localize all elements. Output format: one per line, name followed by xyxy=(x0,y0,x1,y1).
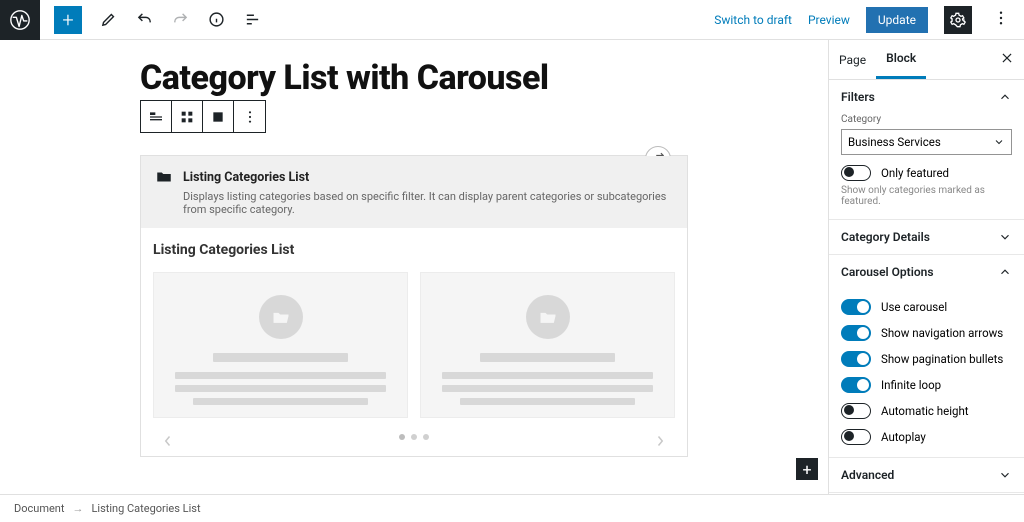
panel-header-advanced[interactable]: Advanced xyxy=(829,458,1024,492)
tab-block[interactable]: Block xyxy=(876,40,926,79)
pagination-dot[interactable] xyxy=(399,434,405,440)
panel-category-details: Category Details xyxy=(829,220,1024,255)
chevron-down-icon xyxy=(998,468,1012,482)
toggle-pagination-bullets[interactable] xyxy=(841,351,871,367)
carousel-preview-nav xyxy=(153,434,675,440)
only-featured-help: Show only categories marked as featured. xyxy=(841,185,1012,207)
page-title[interactable]: Category List with Carousel xyxy=(140,58,828,98)
chevron-down-icon xyxy=(998,230,1012,244)
folder-open-icon xyxy=(538,307,558,327)
panel-filters: Filters Category Business Services Only … xyxy=(829,80,1024,220)
sidebar-tabs: Page Block xyxy=(829,40,1024,80)
panel-title: Carousel Options xyxy=(841,265,934,279)
folder-icon xyxy=(155,168,173,186)
toggle-label: Automatic height xyxy=(881,404,969,418)
toggle-infinite-loop[interactable] xyxy=(841,377,871,393)
add-block-button[interactable]: + xyxy=(54,6,82,34)
block-toolbar xyxy=(140,100,266,133)
panel-carousel-options: Carousel Options Use carousel Show navig… xyxy=(829,255,1024,458)
editor-canvas[interactable]: Category List with Carousel Listing Cate… xyxy=(0,40,828,494)
toggle-label: Autoplay xyxy=(881,430,926,444)
panel-header-category-details[interactable]: Category Details xyxy=(829,220,1024,254)
card-placeholder xyxy=(153,272,408,418)
toggle-use-carousel[interactable] xyxy=(841,299,871,315)
update-button[interactable]: Update xyxy=(866,7,928,33)
settings-gear-icon[interactable] xyxy=(944,6,972,34)
switch-to-draft-link[interactable]: Switch to draft xyxy=(714,13,792,27)
chevron-up-icon xyxy=(998,265,1012,279)
block-body: Listing Categories List xyxy=(141,228,687,456)
card-placeholder xyxy=(420,272,675,418)
breadcrumb-separator-icon: → xyxy=(72,502,83,515)
tab-page[interactable]: Page xyxy=(829,40,876,79)
select-value: Business Services xyxy=(848,135,941,149)
undo-icon[interactable] xyxy=(136,11,153,28)
toggle-only-featured[interactable] xyxy=(841,165,871,181)
category-select[interactable]: Business Services xyxy=(841,129,1012,155)
toggle-autoplay[interactable] xyxy=(841,429,871,445)
pagination-dot[interactable] xyxy=(423,434,429,440)
toggle-nav-arrows[interactable] xyxy=(841,325,871,341)
carousel-prev-icon[interactable] xyxy=(163,432,173,451)
panel-header-filters[interactable]: Filters xyxy=(829,80,1024,114)
panel-advanced: Advanced xyxy=(829,458,1024,493)
preview-link[interactable]: Preview xyxy=(808,13,850,27)
info-icon[interactable] xyxy=(208,11,225,28)
breadcrumb-footer: Document → Listing Categories List xyxy=(0,494,1024,522)
outline-icon[interactable] xyxy=(244,11,261,28)
layout-grid-icon[interactable] xyxy=(172,101,203,132)
toggle-label: Infinite loop xyxy=(881,378,941,392)
breadcrumb-current[interactable]: Listing Categories List xyxy=(91,502,200,515)
chevron-up-icon xyxy=(998,90,1012,104)
block-title: Listing Categories List xyxy=(183,170,309,185)
block-header: Listing Categories List Displays listing… xyxy=(141,156,687,228)
folder-open-icon xyxy=(271,307,291,327)
editor-top-bar: + Switch to draft Preview Update xyxy=(0,0,1024,40)
selected-block[interactable]: Listing Categories List Displays listing… xyxy=(140,155,688,457)
insert-block-button[interactable]: + xyxy=(796,458,818,480)
redo-icon[interactable] xyxy=(172,11,189,28)
settings-sidebar: Page Block Filters Category Business Ser… xyxy=(828,40,1024,494)
block-body-title: Listing Categories List xyxy=(153,242,675,258)
top-tools xyxy=(100,11,261,28)
carousel-next-icon[interactable] xyxy=(655,432,665,451)
edit-icon[interactable] xyxy=(100,11,117,28)
toggle-label: Only featured xyxy=(881,166,949,180)
top-right-actions: Switch to draft Preview Update xyxy=(714,5,1024,35)
pagination-dot[interactable] xyxy=(411,434,417,440)
wordpress-logo[interactable] xyxy=(0,0,40,40)
block-description: Displays listing categories based on spe… xyxy=(183,190,673,216)
toggle-label: Use carousel xyxy=(881,300,947,314)
breadcrumb-root[interactable]: Document xyxy=(14,502,64,515)
panel-title: Filters xyxy=(841,90,875,104)
layout-square-icon[interactable] xyxy=(203,101,234,132)
toggle-auto-height[interactable] xyxy=(841,403,871,419)
block-more-icon[interactable] xyxy=(234,101,265,132)
preview-cards xyxy=(153,272,675,418)
panel-title: Advanced xyxy=(841,468,894,482)
block-type-icon[interactable] xyxy=(141,101,172,132)
category-label: Category xyxy=(841,114,1012,125)
more-options-icon[interactable] xyxy=(988,5,1014,35)
chevron-down-icon xyxy=(993,136,1005,148)
close-sidebar-icon[interactable] xyxy=(990,51,1024,68)
toggle-label: Show pagination bullets xyxy=(881,352,1003,366)
panel-title: Category Details xyxy=(841,230,930,244)
panel-header-carousel[interactable]: Carousel Options xyxy=(829,255,1024,289)
toggle-label: Show navigation arrows xyxy=(881,326,1003,340)
